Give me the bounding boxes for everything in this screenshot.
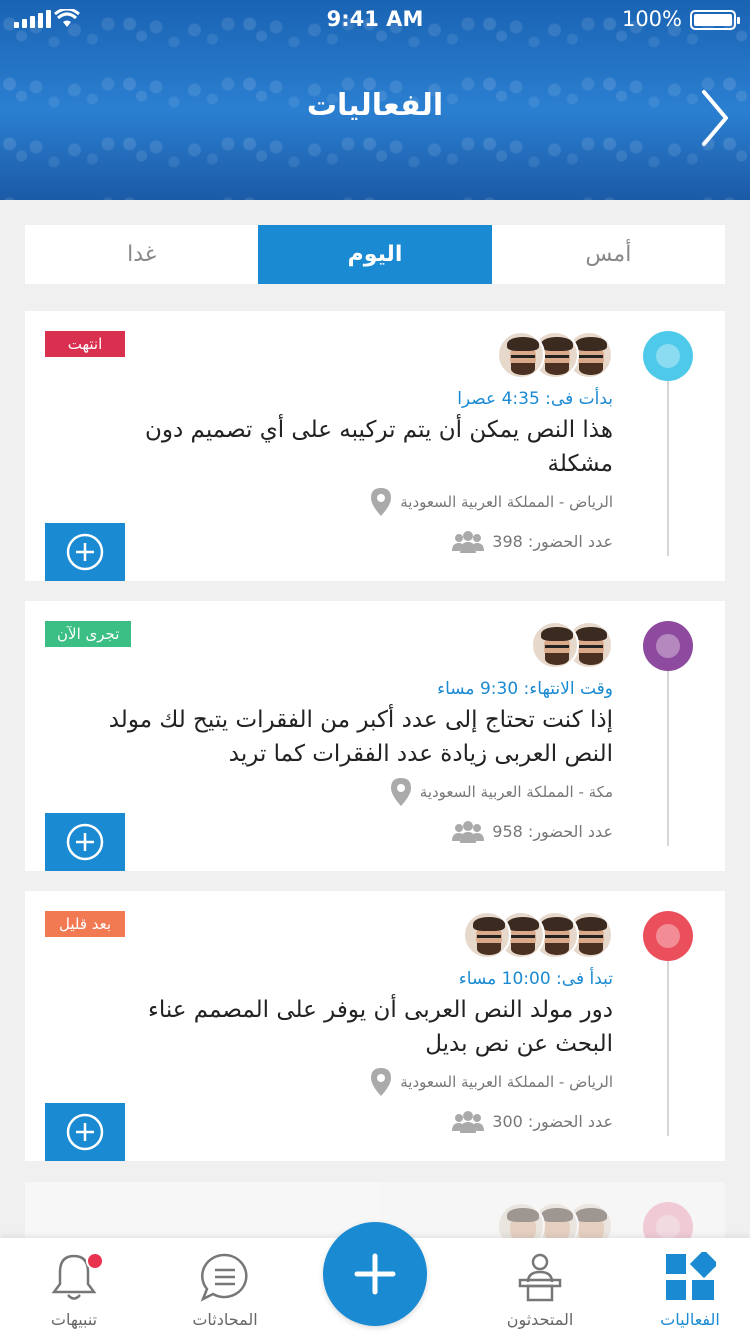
plus-circle-icon	[66, 533, 104, 571]
chat-bubble-icon	[200, 1253, 248, 1302]
add-to-schedule-button[interactable]	[45, 813, 125, 871]
event-location: الرياض - المملكة العربية السعودية	[370, 487, 613, 517]
plus-circle-icon	[66, 823, 104, 861]
status-bar: 9:41 AM 100%	[0, 0, 750, 40]
plus-icon	[354, 1253, 396, 1295]
people-group-icon	[452, 531, 485, 553]
chevron-right-icon[interactable]	[698, 88, 730, 148]
add-to-schedule-button[interactable]	[45, 1103, 125, 1161]
bell-icon-wrap	[48, 1252, 104, 1302]
tab-today[interactable]: اليوم	[258, 225, 492, 284]
events-icon	[666, 1252, 716, 1300]
nav-label-events: الفعاليات	[660, 1310, 720, 1329]
location-text: مكة - المملكة العربية السعودية	[419, 783, 613, 801]
header: 9:41 AM 100% الفعاليات	[0, 0, 750, 200]
event-title: دور مولد النص العربى أن يوفر على المصمم …	[148, 997, 613, 1057]
nav-item-notifications[interactable]: تنبيهات	[14, 1252, 134, 1329]
timeline-dot	[643, 621, 693, 671]
plus-circle-icon	[66, 1113, 104, 1151]
event-attendance: عدد الحضور: 300	[452, 1109, 613, 1133]
location-text: الرياض - المملكة العربية السعودية	[400, 493, 613, 511]
timeline-line	[667, 381, 669, 556]
location-pin-icon	[390, 778, 411, 806]
nav-item-events[interactable]: الفعاليات	[630, 1252, 750, 1329]
status-badge: تجرى الآن	[45, 621, 132, 647]
add-to-schedule-button[interactable]	[45, 523, 125, 581]
page-title: الفعاليات	[306, 88, 444, 123]
event-time: بدأت فى: 4:35 عصرا	[457, 389, 613, 409]
add-event-fab[interactable]	[323, 1222, 427, 1326]
timeline-dot	[643, 911, 693, 961]
event-card[interactable]: تجرى الآن وقت الانتهاء: 9:30 مساء إذا كنت …	[25, 601, 725, 871]
timeline-line	[667, 961, 669, 1136]
speaker-avatars	[497, 1202, 613, 1242]
tab-yesterday[interactable]: أمس	[492, 225, 725, 284]
nav-item-chats[interactable]: المحادثات	[165, 1252, 285, 1329]
event-card[interactable]: انتهت بدأت فى: 4:35 عصرا هذا النص يمكن أن …	[25, 311, 725, 581]
tab-tomorrow[interactable]: غدا	[25, 225, 258, 284]
event-title: هذا النص يمكن أن يتم تركيبه على أي تصميم…	[144, 417, 613, 477]
event-time: وقت الانتهاء: 9:30 مساء	[437, 679, 613, 699]
event-attendance: عدد الحضور: 958	[452, 819, 613, 843]
nav-label-chats: المحادثات	[192, 1310, 258, 1329]
people-group-icon	[452, 821, 485, 843]
battery-icon	[690, 10, 740, 30]
event-card[interactable]: بعد قليل تبدأ فى: 10:00 مساء دور مولد النص…	[25, 891, 725, 1161]
attendance-text: عدد الحضور: 958	[492, 821, 613, 841]
avatar	[531, 621, 579, 669]
speaker-avatars	[463, 911, 613, 959]
status-badge: انتهت	[45, 331, 125, 357]
attendance-text: عدد الحضور: 300	[492, 1111, 613, 1131]
event-time: تبدأ فى: 10:00 مساء	[458, 969, 613, 989]
event-title: إذا كنت تحتاج إلى عدد أكبر من الفقرات يت…	[108, 707, 613, 767]
notification-dot	[86, 1252, 104, 1270]
event-location: الرياض - المملكة العربية السعودية	[370, 1067, 613, 1097]
speaker-podium-icon	[518, 1253, 562, 1302]
day-tabs: أمس اليوم غدا	[25, 225, 725, 284]
location-pin-icon	[371, 1068, 392, 1096]
nav-label-speakers: المتحدثون	[506, 1310, 574, 1329]
timeline-line	[667, 671, 669, 846]
attendance-text: عدد الحضور: 398	[492, 531, 613, 551]
avatar	[497, 1202, 545, 1242]
timeline-dot	[643, 1202, 693, 1242]
avatar	[463, 911, 511, 959]
location-pin-icon	[371, 488, 392, 516]
speaker-avatars	[497, 331, 613, 379]
event-location: مكة - المملكة العربية السعودية	[390, 777, 613, 807]
people-group-icon	[452, 1111, 485, 1133]
event-attendance: عدد الحضور: 398	[452, 529, 613, 553]
battery-percentage: 100%	[621, 7, 682, 31]
timeline-dot	[643, 331, 693, 381]
avatar	[497, 331, 545, 379]
nav-label-notifications: تنبيهات	[50, 1310, 98, 1329]
location-text: الرياض - المملكة العربية السعودية	[400, 1073, 613, 1091]
nav-item-speakers[interactable]: المتحدثون	[480, 1252, 600, 1329]
status-badge: بعد قليل	[45, 911, 125, 937]
speaker-avatars	[531, 621, 613, 669]
